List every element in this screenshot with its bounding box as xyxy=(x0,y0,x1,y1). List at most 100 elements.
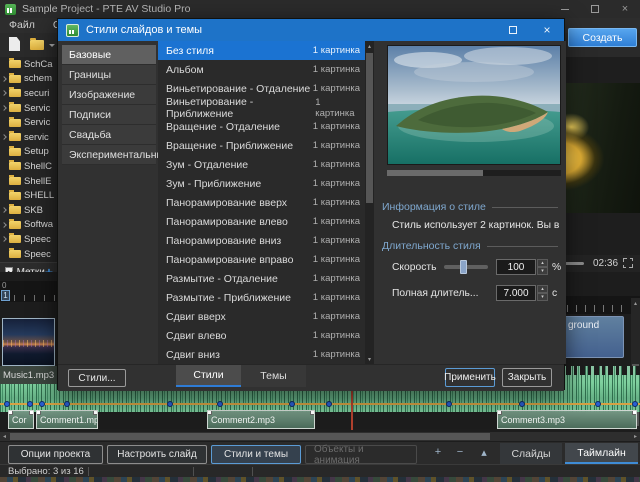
tree-item[interactable]: ShellC xyxy=(0,159,57,174)
timeline-zoom-button[interactable]: ▴ xyxy=(476,446,492,459)
tree-item[interactable]: Setup xyxy=(0,145,57,160)
style-list-item[interactable]: Сдвиг вверх 1 картинка xyxy=(158,307,374,326)
stepper-up-icon[interactable]: ▴ xyxy=(537,259,548,267)
tree-item[interactable]: SchCa xyxy=(0,57,57,72)
volume-envelope-line[interactable] xyxy=(0,403,640,405)
stepper-down-icon[interactable]: ▾ xyxy=(537,293,548,301)
scroll-up-icon[interactable]: ▴ xyxy=(631,298,640,308)
tree-item[interactable]: ShellE xyxy=(0,174,57,189)
keyframe-dot[interactable] xyxy=(27,401,33,407)
dialog-close-button[interactable]: × xyxy=(530,19,564,41)
chevron-down-icon[interactable] xyxy=(49,44,55,50)
keyframe-dot[interactable] xyxy=(632,401,638,407)
slider-thumb[interactable] xyxy=(460,260,467,274)
horizontal-scrollbar[interactable]: ◂ ▸ xyxy=(0,432,640,441)
view-tab[interactable]: Слайды xyxy=(500,443,562,464)
style-category[interactable]: Экспериментальные xyxy=(62,145,156,165)
style-list-item[interactable]: Панорамирование вправо 1 картинка xyxy=(158,250,374,269)
timeline-ruler-left[interactable]: 0 1 xyxy=(0,281,57,302)
style-list-item[interactable]: Зум - Отдаление 1 картинка xyxy=(158,155,374,174)
keyframe-dot[interactable] xyxy=(519,401,525,407)
comment-audio-clip[interactable]: Comment1.mp3 xyxy=(36,410,98,429)
expander-icon[interactable] xyxy=(1,105,7,111)
horizontal-scroll-thumb[interactable] xyxy=(10,433,490,440)
comment-audio-clip[interactable]: Cor xyxy=(8,410,34,429)
style-category[interactable]: Подписи xyxy=(62,105,156,125)
dialog-maximize-button[interactable] xyxy=(496,19,530,41)
style-list-item[interactable]: Вращение - Отдаление 1 картинка xyxy=(158,117,374,136)
keyframe-dot[interactable] xyxy=(167,401,173,407)
speed-input[interactable]: 100 xyxy=(496,259,536,275)
scroll-left-icon[interactable]: ◂ xyxy=(0,432,9,441)
expander-icon[interactable] xyxy=(1,222,7,228)
stepper-down-icon[interactable]: ▾ xyxy=(537,267,548,275)
timeline-zoom-button[interactable]: + xyxy=(430,446,446,458)
bottom-toolbar-button[interactable]: Опции проекта xyxy=(8,445,103,464)
ruler-marker[interactable]: 1 xyxy=(1,290,10,301)
style-category[interactable]: Свадьба xyxy=(62,125,156,145)
keyframe-dot[interactable] xyxy=(217,401,223,407)
style-list-item[interactable]: Вращение - Приближение 1 картинка xyxy=(158,136,374,155)
full-duration-input[interactable]: 7.000 xyxy=(496,285,536,301)
close-button[interactable]: × xyxy=(610,0,640,18)
scroll-down-icon[interactable]: ▾ xyxy=(365,354,374,364)
style-list-item[interactable]: Панорамирование вниз 1 картинка xyxy=(158,231,374,250)
scroll-up-icon[interactable]: ▴ xyxy=(365,41,374,51)
expander-icon[interactable] xyxy=(1,91,7,97)
comment-audio-clip[interactable]: Comment2.mp3 xyxy=(207,410,315,429)
timeline-ruler-right[interactable] xyxy=(565,296,640,314)
style-category[interactable]: Изображение xyxy=(62,85,156,105)
keyframe-dot[interactable] xyxy=(289,401,295,407)
styles-list-scrollbar[interactable]: ▴ ▾ xyxy=(365,41,374,364)
list-scroll-thumb[interactable] xyxy=(366,53,373,203)
style-list-item[interactable]: Размытие - Отдаление 1 картинка xyxy=(158,269,374,288)
tree-item[interactable]: Speec xyxy=(0,247,57,262)
close-dialog-button[interactable]: Закрыть xyxy=(502,368,552,387)
speed-slider[interactable] xyxy=(444,265,488,269)
style-list-item[interactable]: Панорамирование влево 1 картинка xyxy=(158,212,374,231)
keyframe-dot[interactable] xyxy=(4,401,10,407)
style-list-item[interactable]: Зум - Приближение 1 картинка xyxy=(158,174,374,193)
styles-menu-button[interactable]: Стили... xyxy=(68,369,126,387)
fullscreen-icon[interactable] xyxy=(623,258,633,268)
tree-item[interactable]: securi xyxy=(0,86,57,101)
tree-item[interactable]: Softwa xyxy=(0,218,57,233)
minimize-button[interactable] xyxy=(550,0,580,18)
tree-item[interactable]: Servic xyxy=(0,115,57,130)
open-folder-icon[interactable] xyxy=(30,40,44,50)
style-list-item[interactable]: Сдвиг влево 1 картинка xyxy=(158,326,374,345)
scroll-right-icon[interactable]: ▸ xyxy=(631,432,640,441)
keyframe-dot[interactable] xyxy=(446,401,452,407)
view-tab[interactable]: Таймлайн xyxy=(565,443,638,464)
apply-button[interactable]: Применить xyxy=(445,368,495,387)
stepper-up-icon[interactable]: ▴ xyxy=(537,285,548,293)
playback-progress-bar[interactable] xyxy=(565,262,584,265)
preview-scrubber[interactable] xyxy=(387,170,561,176)
tree-item[interactable]: servic xyxy=(0,130,57,145)
tree-item[interactable]: SKB xyxy=(0,203,57,218)
style-list-item[interactable]: Сдвиг вниз 1 картинка xyxy=(158,345,374,364)
expander-icon[interactable] xyxy=(1,237,7,243)
expander-icon[interactable] xyxy=(1,207,7,213)
create-button[interactable]: Создать xyxy=(568,28,637,47)
keyframe-dot[interactable] xyxy=(64,401,70,407)
style-category[interactable]: Границы xyxy=(62,65,156,85)
tree-item[interactable]: SHELL xyxy=(0,188,57,203)
style-list-item[interactable]: Без стиля 1 картинка xyxy=(158,41,374,60)
menu-item[interactable]: Файл xyxy=(0,18,44,33)
dialog-tab[interactable]: Темы xyxy=(241,365,306,387)
style-list-item[interactable]: Виньетирование - Приближение 1 картинка xyxy=(158,98,374,117)
keyframe-dot[interactable] xyxy=(326,401,332,407)
maximize-button[interactable] xyxy=(580,0,610,18)
style-category[interactable]: Базовые xyxy=(62,45,156,65)
tree-item[interactable]: Servic xyxy=(0,101,57,116)
style-list-item[interactable]: Панорамирование вверх 1 картинка xyxy=(158,193,374,212)
slide-thumbnail[interactable] xyxy=(2,318,55,366)
bottom-toolbar-button[interactable]: Стили и темы xyxy=(211,445,301,464)
bottom-toolbar-button[interactable]: Настроить слайд xyxy=(107,445,207,464)
dialog-tab[interactable]: Стили xyxy=(176,365,241,387)
comment-audio-clip[interactable]: Comment3.mp3 xyxy=(497,410,637,429)
tree-item[interactable]: schem xyxy=(0,72,57,87)
timeline-zoom-button[interactable]: − xyxy=(452,446,468,458)
style-list-item[interactable]: Альбом 1 картинка xyxy=(158,60,374,79)
